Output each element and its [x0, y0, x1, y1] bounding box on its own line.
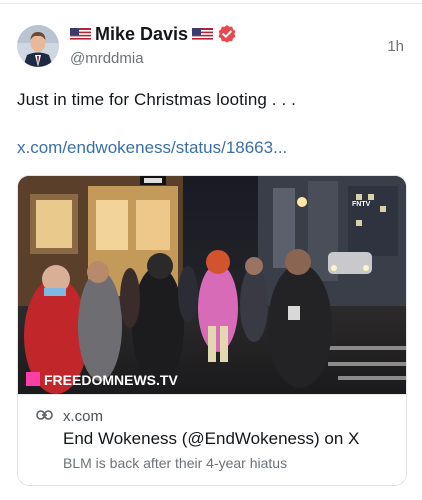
card-description: BLM is back after their 4-year hiatus: [63, 455, 288, 471]
author-name-row: Mike Davis: [70, 22, 237, 46]
post-time[interactable]: 1h: [387, 38, 404, 55]
card-domain: x.com: [63, 407, 104, 425]
card-domain-row: x.com: [36, 407, 103, 425]
post-link[interactable]: x.com/endwokeness/status/18663...: [17, 138, 287, 158]
link-icon: [36, 407, 53, 425]
post-text: Just in time for Christmas looting . . .: [17, 90, 296, 109]
corner-tag: FNTV: [352, 201, 371, 208]
us-flag-icon: [192, 27, 214, 41]
verified-badge-icon: [217, 24, 237, 44]
avatar[interactable]: [17, 25, 59, 67]
preview-image: FNTV FREEDOMNEWS.TV: [18, 176, 406, 394]
image-watermark: FREEDOMNEWS.TV: [44, 372, 178, 388]
card-title[interactable]: End Wokeness (@EndWokeness) on X: [63, 429, 359, 449]
us-flag-icon: [70, 27, 91, 41]
top-divider: [0, 3, 422, 4]
avatar-image: [17, 25, 59, 67]
author-display-name[interactable]: Mike Davis: [95, 24, 188, 45]
author-handle[interactable]: @mrddmia: [70, 50, 144, 67]
link-preview-card[interactable]: FNTV FREEDOMNEWS.TV x.com End Wokeness (…: [17, 175, 407, 486]
card-meta: x.com End Wokeness (@EndWokeness) on X B…: [18, 394, 406, 485]
